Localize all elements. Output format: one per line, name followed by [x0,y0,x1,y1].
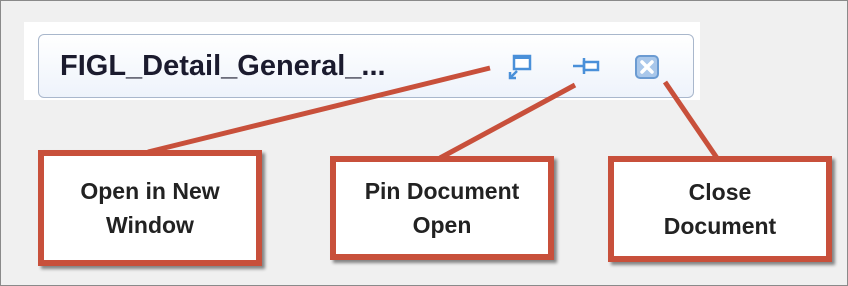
callout-pin-document-line2: Open [412,212,472,238]
callout-pin-document-line1: Pin Document [364,178,520,204]
callout-close-document-line1: Close [688,179,752,205]
callout-open-new-window-line1: Open in New [80,178,220,204]
callout-open-new-window: Open in New Window [38,150,262,266]
callout-close-document: Close Document [608,156,832,262]
callout-open-new-window-line2: Window [106,212,194,238]
callout-pin-document: Pin Document Open [330,156,554,260]
callout-close-document-line2: Document [663,213,777,239]
